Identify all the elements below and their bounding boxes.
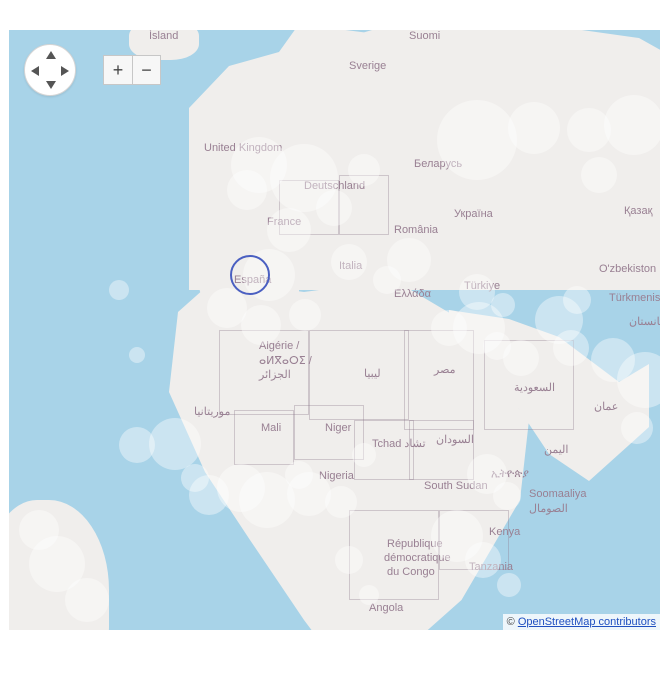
map-label: افغانستان xyxy=(629,315,660,328)
pan-right-button[interactable] xyxy=(61,66,69,76)
data-bubble xyxy=(563,286,591,314)
map-attribution: © OpenStreetMap contributors xyxy=(503,614,660,630)
pan-down-button[interactable] xyxy=(46,81,56,89)
country-border xyxy=(404,330,474,430)
map-viewport[interactable]: ÍslandSuomiSverigeUnited KingdomDeutschl… xyxy=(9,30,660,630)
data-bubble xyxy=(491,293,515,317)
data-bubble xyxy=(497,573,521,597)
zoom-control: + − xyxy=(103,55,161,85)
attribution-prefix: © xyxy=(507,616,518,628)
country-border xyxy=(219,330,309,415)
map-label: الصومال xyxy=(529,502,568,515)
map-label: Türkmenistan xyxy=(609,292,660,304)
country-border xyxy=(439,510,509,570)
country-border xyxy=(354,420,414,480)
country-border xyxy=(409,420,474,480)
zoom-out-button[interactable]: − xyxy=(132,56,160,84)
pan-up-button[interactable] xyxy=(46,51,56,59)
pan-control xyxy=(24,44,76,96)
country-border xyxy=(349,510,439,600)
data-bubble xyxy=(129,347,145,363)
data-bubble xyxy=(119,427,155,463)
country-border xyxy=(279,180,339,235)
map-label: Soomaaliya xyxy=(529,488,586,500)
country-border xyxy=(234,410,294,465)
data-bubble xyxy=(109,280,129,300)
country-border xyxy=(339,175,389,235)
landmass xyxy=(9,500,109,630)
attribution-link[interactable]: OpenStreetMap contributors xyxy=(518,616,656,628)
zoom-in-button[interactable]: + xyxy=(104,56,132,84)
pan-left-button[interactable] xyxy=(31,66,39,76)
country-border xyxy=(484,340,574,430)
